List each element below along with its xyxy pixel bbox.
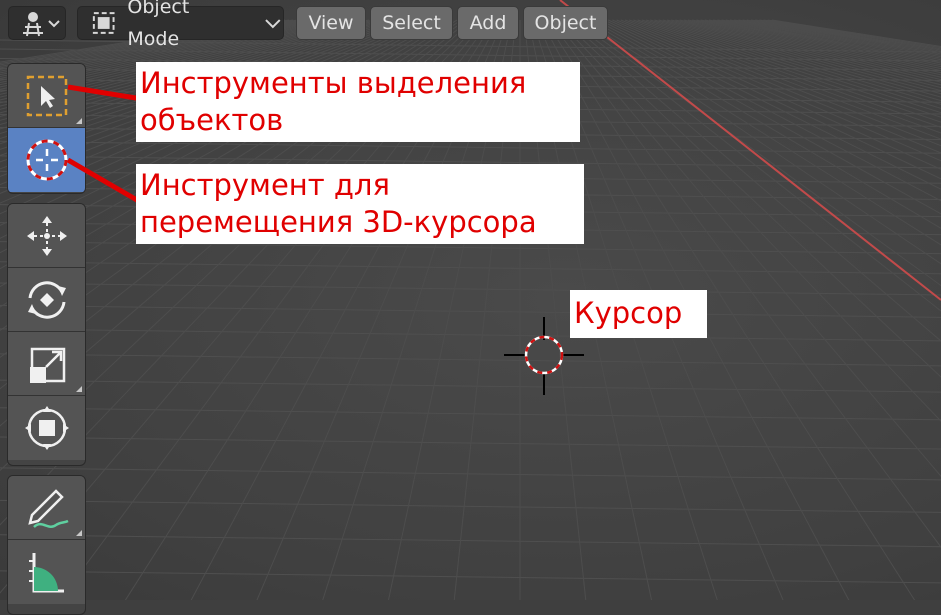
annotation-selection-tools-line2: объектов: [140, 103, 284, 137]
annotation-cursor-tool-line1: Инструмент для: [140, 168, 390, 202]
annotation-cursor-label: Курсор: [574, 296, 683, 330]
tool-rotate[interactable]: [8, 268, 85, 332]
viewport-header: Object Mode View Select Add Object: [0, 0, 941, 50]
menu-view[interactable]: View: [296, 6, 366, 40]
annotation-cursor: Курсор: [570, 290, 707, 338]
annotation-cursor-tool: Инструмент для перемещения 3D-курсора: [136, 164, 584, 244]
tool-annotate[interactable]: [8, 476, 85, 540]
toolbar-group-annotate: [7, 475, 86, 615]
annotation-cursor-tool-line2: перемещения 3D-курсора: [140, 205, 537, 239]
menu-view-label: View: [308, 12, 354, 34]
rotate-icon: [27, 280, 66, 319]
transform-icon: [24, 406, 69, 450]
chevron-down-icon: [265, 19, 281, 29]
menu-add[interactable]: Add: [457, 6, 519, 40]
menu-select-label: Select: [382, 12, 441, 34]
mode-label: Object Mode: [127, 0, 190, 50]
toolbar-group-select: [7, 63, 86, 194]
tool-scale[interactable]: [8, 332, 85, 396]
measure-icon: [28, 553, 64, 593]
tool-variants-indicator: [76, 530, 82, 536]
object-mode-icon: [92, 12, 115, 34]
tool-variants-indicator: [76, 118, 82, 124]
annotation-selection-tools-line1: Инструменты выделения: [140, 66, 527, 100]
select-box-icon: [26, 75, 67, 116]
menu-object-label: Object: [534, 12, 597, 34]
menu-object[interactable]: Object: [523, 6, 608, 40]
menu-select[interactable]: Select: [370, 6, 453, 40]
cursor-3d-icon: [26, 139, 67, 181]
tool-transform[interactable]: [8, 396, 85, 460]
tool-measure[interactable]: [8, 540, 85, 604]
tool-move[interactable]: [8, 204, 85, 268]
annotation-selection-tools: Инструменты выделения объектов: [136, 62, 580, 142]
toolbar-group-transform: [7, 203, 86, 466]
tool-variants-indicator: [76, 386, 82, 392]
tool-select-box[interactable]: [8, 64, 85, 128]
editor-type-button[interactable]: [8, 6, 66, 40]
mode-dropdown[interactable]: Object Mode: [77, 0, 284, 50]
menu-add-label: Add: [469, 12, 507, 34]
move-icon: [26, 215, 67, 256]
scale-icon: [29, 347, 65, 383]
annotate-icon: [27, 488, 69, 528]
tool-cursor[interactable]: [8, 128, 85, 192]
editor-type-icon: [23, 12, 60, 37]
